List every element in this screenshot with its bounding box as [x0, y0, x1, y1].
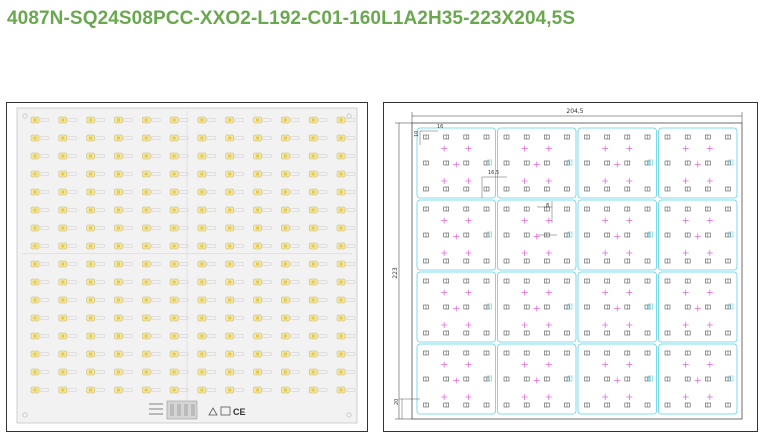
connector-pin [191, 404, 195, 416]
board-print-line [149, 408, 163, 410]
dimension-height-label: 223 [392, 267, 399, 279]
dimension-drawing: 204,5 223 16 10 16,5 8 20 [392, 108, 743, 420]
technical-drawing: 204,5 223 16 10 16,5 8 20 [383, 102, 758, 432]
board-print-line [149, 413, 163, 415]
dimension-row-pitch-label: 10 [414, 131, 420, 137]
dimension-spacing-label: 16,5 [488, 170, 499, 176]
connector-pin [177, 404, 181, 416]
connector-pin [184, 404, 188, 416]
dimension-col-pitch-label: 16 [437, 124, 443, 130]
led-board-image: CE [16, 107, 358, 424]
led-board-photo: CE [6, 102, 368, 432]
dimension-width-label: 204,5 [566, 108, 583, 115]
board-print-line [149, 403, 163, 405]
ce-mark: CE [233, 407, 246, 417]
dimension-offset-label: 20 [394, 399, 400, 405]
product-title: 4087N-SQ24S08PCC-XXO2-L192-C01-160L1A2H3… [7, 8, 576, 29]
dimension-gap-label: 8 [546, 203, 549, 209]
drawing-board-outline [411, 122, 743, 420]
connector-pin [170, 404, 174, 416]
